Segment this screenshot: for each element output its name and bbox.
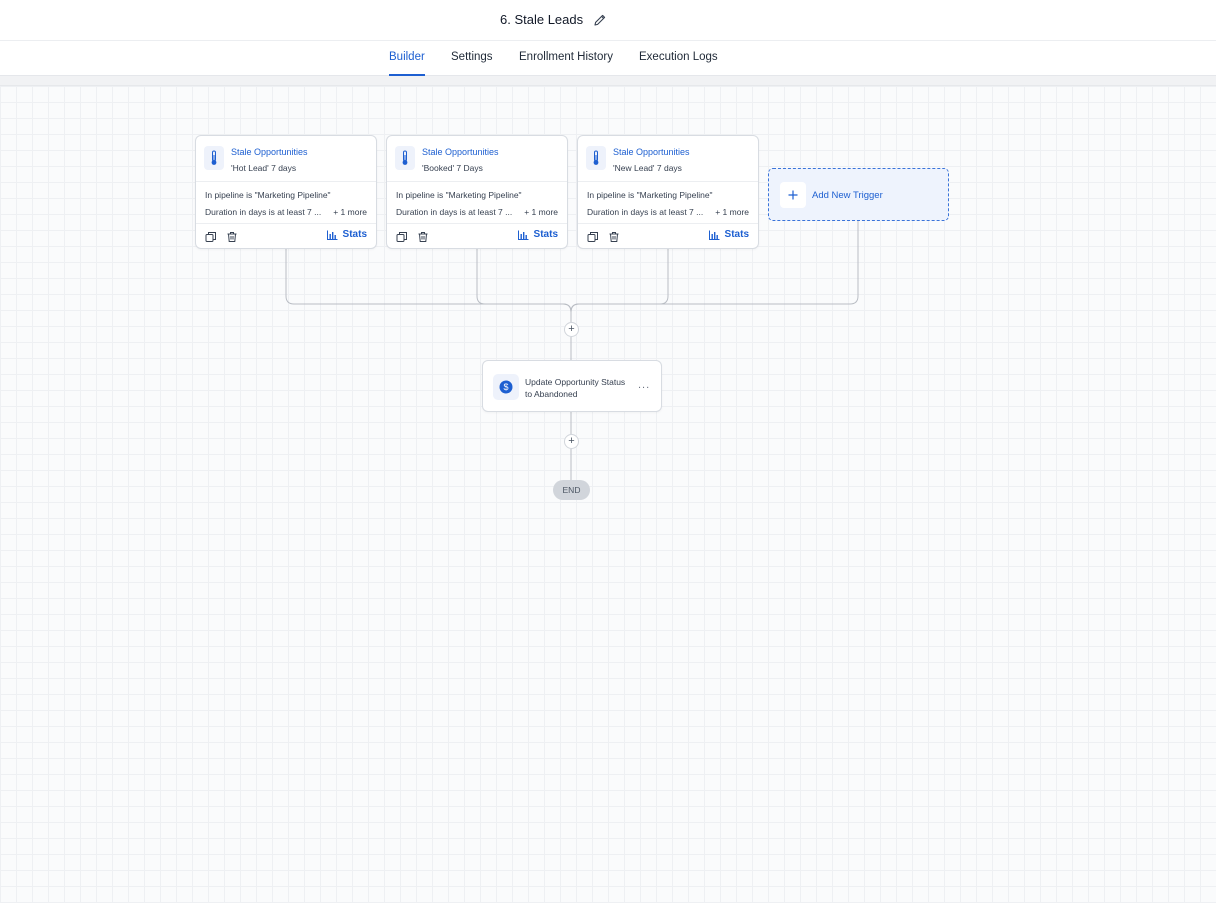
trigger-card-header: Stale Opportunities 'Hot Lead' 7 days (196, 136, 376, 182)
trigger-more-filters[interactable]: + 1 more (715, 207, 749, 217)
trigger-filter-pipeline: In pipeline is "Marketing Pipeline" (396, 190, 522, 200)
dollar-icon: $ (493, 374, 519, 400)
add-step-button[interactable]: + (564, 434, 579, 449)
bar-chart-icon (517, 230, 529, 240)
trigger-card-footer: Stats (578, 224, 758, 248)
trigger-card-header: Stale Opportunities 'Booked' 7 Days (387, 136, 567, 182)
trigger-filter-pipeline: In pipeline is "Marketing Pipeline" (205, 190, 331, 200)
add-new-trigger-button[interactable]: Add New Trigger (768, 168, 949, 221)
action-title-line2: to Abandoned (525, 389, 578, 399)
trash-icon[interactable] (417, 230, 429, 242)
tab-enrollment-history[interactable]: Enrollment History (519, 51, 613, 76)
add-step-button[interactable]: + (564, 322, 579, 337)
trigger-title[interactable]: Stale Opportunities (231, 147, 308, 157)
thermometer-icon (586, 146, 606, 170)
stats-button[interactable]: Stats (326, 229, 367, 240)
add-new-trigger-label: Add New Trigger (812, 190, 883, 201)
trigger-filter-duration: Duration in days is at least 7 ... (205, 207, 322, 217)
bar-chart-icon (708, 230, 720, 240)
trigger-card-footer: Stats (196, 224, 376, 248)
pencil-icon[interactable] (593, 13, 607, 27)
stats-button[interactable]: Stats (517, 229, 558, 240)
stats-label: Stats (724, 229, 749, 240)
thermometer-icon (395, 146, 415, 170)
trigger-subtitle: 'Hot Lead' 7 days (231, 163, 297, 173)
trigger-card[interactable]: Stale Opportunities 'Hot Lead' 7 days In… (195, 135, 377, 249)
trigger-filter-duration: Duration in days is at least 7 ... (587, 207, 704, 217)
trigger-title[interactable]: Stale Opportunities (422, 147, 499, 157)
action-card[interactable]: $ Update Opportunity Status to Abandoned… (482, 360, 662, 412)
end-node: END (553, 480, 590, 500)
more-options-icon[interactable]: ... (638, 379, 650, 391)
copy-icon[interactable] (587, 230, 599, 242)
stats-button[interactable]: Stats (708, 229, 749, 240)
stats-label: Stats (342, 229, 367, 240)
thermometer-icon (204, 146, 224, 170)
trigger-filters: In pipeline is "Marketing Pipeline" Dura… (387, 182, 567, 224)
trigger-more-filters[interactable]: + 1 more (524, 207, 558, 217)
trigger-subtitle: 'New Lead' 7 days (613, 163, 682, 173)
trigger-card-footer: Stats (387, 224, 567, 248)
trash-icon[interactable] (608, 230, 620, 242)
bar-chart-icon (326, 230, 338, 240)
trigger-card[interactable]: Stale Opportunities 'New Lead' 7 days In… (577, 135, 759, 249)
svg-text:$: $ (503, 382, 508, 392)
tab-bar: Builder Settings Enrollment History Exec… (0, 41, 1216, 76)
toolbar-strip (0, 76, 1216, 86)
tab-builder[interactable]: Builder (389, 51, 425, 76)
trigger-filter-pipeline: In pipeline is "Marketing Pipeline" (587, 190, 713, 200)
top-bar: 6. Stale Leads (0, 0, 1216, 41)
workflow-title-wrap: 6. Stale Leads (500, 12, 607, 27)
trigger-card-header: Stale Opportunities 'New Lead' 7 days (578, 136, 758, 182)
tab-execution-logs[interactable]: Execution Logs (639, 51, 718, 76)
action-title-line1: Update Opportunity Status (525, 377, 626, 387)
trigger-more-filters[interactable]: + 1 more (333, 207, 367, 217)
trash-icon[interactable] (226, 230, 238, 242)
trigger-subtitle: 'Booked' 7 Days (422, 163, 483, 173)
trigger-filter-duration: Duration in days is at least 7 ... (396, 207, 513, 217)
stats-label: Stats (533, 229, 558, 240)
trigger-filters: In pipeline is "Marketing Pipeline" Dura… (196, 182, 376, 224)
trigger-filters: In pipeline is "Marketing Pipeline" Dura… (578, 182, 758, 224)
trigger-title[interactable]: Stale Opportunities (613, 147, 690, 157)
trigger-card[interactable]: Stale Opportunities 'Booked' 7 Days In p… (386, 135, 568, 249)
copy-icon[interactable] (205, 230, 217, 242)
workflow-title: 6. Stale Leads (500, 12, 584, 27)
tab-settings[interactable]: Settings (451, 51, 493, 76)
copy-icon[interactable] (396, 230, 408, 242)
plus-icon (780, 182, 806, 208)
